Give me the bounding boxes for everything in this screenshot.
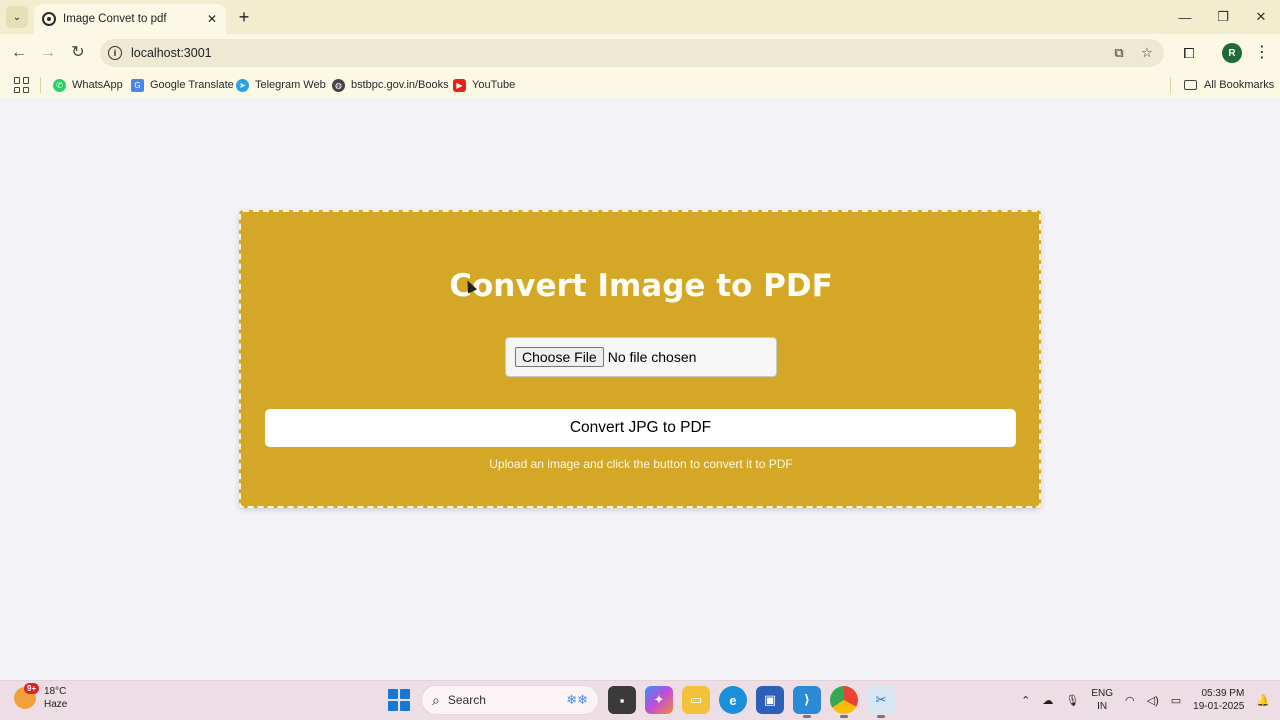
tab-close-icon[interactable]: ✕ xyxy=(204,12,220,26)
restore-icon[interactable]: ❐ xyxy=(1204,0,1242,34)
bookmark-label: YouTube xyxy=(472,79,516,91)
clock-time: 05:39 PM xyxy=(1201,688,1245,699)
wifi-icon[interactable]: ◠ xyxy=(1125,694,1135,707)
reload-icon[interactable]: ↻ xyxy=(67,42,89,64)
telegram-icon: ➤ xyxy=(236,78,249,92)
file-input[interactable]: Choose File No file chosen xyxy=(505,337,777,377)
browser-toolbar: ← → ↻ i localhost:3001 ⧉ ☆ ⧠ R ⋮ xyxy=(0,34,1280,72)
language-indicator[interactable]: ENG IN xyxy=(1091,687,1113,713)
windows-start-icon[interactable] xyxy=(388,689,410,711)
cloud-icon[interactable]: ☁ xyxy=(1042,694,1053,707)
extensions-icon[interactable]: ⧠ xyxy=(1178,42,1200,64)
taskbar: 9+ 18°C Haze ⌕ Search ❄❄ ▪ ✦ ▭ e ▣ ⟩ ✂ ⌃… xyxy=(0,680,1280,720)
copilot-icon[interactable]: ✦ xyxy=(645,686,673,714)
new-tab-button[interactable]: + xyxy=(234,6,254,28)
search-icon: ⌕ xyxy=(432,691,440,708)
clock[interactable]: 05:39 PM 19-01-2025 xyxy=(1193,687,1244,713)
store-icon[interactable]: ▣ xyxy=(756,686,784,714)
file-status: No file chosen xyxy=(607,349,697,365)
bookmark-label: bstbpc.gov.in/Books xyxy=(351,79,449,91)
tab-strip: ⌄ Image Convet to pdf ✕ + — ❐ ✕ xyxy=(0,0,1280,34)
more-menu-icon[interactable]: ⋮ xyxy=(1254,42,1270,64)
convert-button[interactable]: Convert JPG to PDF xyxy=(265,409,1016,447)
bookmark-telegram[interactable]: ➤ Telegram Web xyxy=(236,76,326,94)
lang-code: ENG xyxy=(1091,688,1113,699)
forward-icon[interactable]: → xyxy=(37,42,59,64)
bookmark-bstbpc[interactable]: ◍ bstbpc.gov.in/Books xyxy=(332,76,449,94)
bookmark-separator xyxy=(1170,77,1171,93)
search-label: Search xyxy=(447,693,486,707)
choose-file-button[interactable]: Choose File xyxy=(515,347,604,367)
bookmark-whatsapp[interactable]: ✆ WhatsApp xyxy=(53,76,123,94)
youtube-icon: ▶ xyxy=(453,78,466,92)
url-text[interactable]: localhost:3001 xyxy=(131,46,1108,60)
site-info-icon[interactable]: i xyxy=(108,46,122,60)
bookmark-label: Telegram Web xyxy=(255,79,326,91)
all-bookmarks[interactable]: All Bookmarks xyxy=(1184,76,1274,94)
clock-date: 19-01-2025 xyxy=(1193,701,1245,712)
chrome-icon[interactable] xyxy=(830,686,858,718)
close-window-icon[interactable]: ✕ xyxy=(1242,0,1280,34)
volume-icon[interactable]: ◁) xyxy=(1147,694,1159,707)
address-bar[interactable]: i localhost:3001 ⧉ ☆ xyxy=(100,39,1164,67)
tab-active[interactable]: Image Convet to pdf ✕ xyxy=(34,4,226,34)
bookmark-label: Google Translate xyxy=(150,79,234,91)
whatsapp-icon: ✆ xyxy=(53,78,66,92)
all-bookmarks-label: All Bookmarks xyxy=(1204,79,1275,91)
lang-region: IN xyxy=(1097,701,1108,712)
hint-text: Upload an image and click the button to … xyxy=(489,457,793,471)
bookmark-separator xyxy=(40,77,41,93)
tab-title: Image Convet to pdf xyxy=(63,13,167,25)
system-tray: ⌃ ☁ 🎙 ENG IN ◠ ◁) ▭ 05:39 PM 19-01-2025 … xyxy=(1021,687,1270,713)
page-title: Convert Image to PDF xyxy=(449,268,833,304)
install-app-icon[interactable]: ⧉ xyxy=(1108,42,1130,64)
weather-desc: Haze xyxy=(44,699,68,710)
snowflake-icon: ❄❄ xyxy=(566,692,588,707)
converter-card: Convert Image to PDF Choose File No file… xyxy=(239,210,1041,508)
notification-bell-icon[interactable]: 🔔 xyxy=(1256,694,1270,707)
react-favicon-icon xyxy=(42,12,56,26)
terminal-icon[interactable]: ▪ xyxy=(608,686,636,714)
window-controls: — ❐ ✕ xyxy=(1166,0,1280,34)
tab-search-chevron-icon[interactable]: ⌄ xyxy=(6,6,28,28)
bookmarks-bar: ✆ WhatsApp G Google Translate ➤ Telegram… xyxy=(0,72,1280,98)
apps-grid-icon[interactable] xyxy=(14,77,30,93)
vscode-icon[interactable]: ⟩ xyxy=(793,686,821,718)
google-translate-icon: G xyxy=(131,78,144,92)
taskbar-search[interactable]: ⌕ Search ❄❄ xyxy=(421,685,599,715)
edge-icon[interactable]: e xyxy=(719,686,747,714)
weather-temp: 18°C xyxy=(44,686,67,697)
profile-avatar[interactable]: R xyxy=(1222,43,1242,63)
bookmark-label: WhatsApp xyxy=(72,79,123,91)
battery-icon[interactable]: ▭ xyxy=(1171,694,1181,707)
snipping-tool-icon[interactable]: ✂ xyxy=(867,686,895,718)
back-icon[interactable]: ← xyxy=(8,42,30,64)
file-explorer-icon[interactable]: ▭ xyxy=(682,686,710,714)
weather-widget[interactable]: 9+ 18°C Haze xyxy=(14,683,68,711)
folder-icon xyxy=(1184,80,1197,90)
bookmark-google-translate[interactable]: G Google Translate xyxy=(131,76,234,94)
notification-badge: 9+ xyxy=(24,683,40,694)
bookmark-youtube[interactable]: ▶ YouTube xyxy=(453,76,515,94)
microphone-icon[interactable]: 🎙 xyxy=(1065,694,1079,707)
bookmark-star-icon[interactable]: ☆ xyxy=(1136,42,1158,64)
minimize-icon[interactable]: — xyxy=(1166,0,1204,34)
globe-icon: ◍ xyxy=(332,78,345,92)
page-body: Convert Image to PDF Choose File No file… xyxy=(0,98,1280,680)
weather-icon: 9+ xyxy=(14,683,40,709)
chevron-up-icon[interactable]: ⌃ xyxy=(1021,694,1030,707)
taskbar-apps: ⌕ Search ❄❄ ▪ ✦ ▭ e ▣ ⟩ ✂ xyxy=(388,685,895,718)
